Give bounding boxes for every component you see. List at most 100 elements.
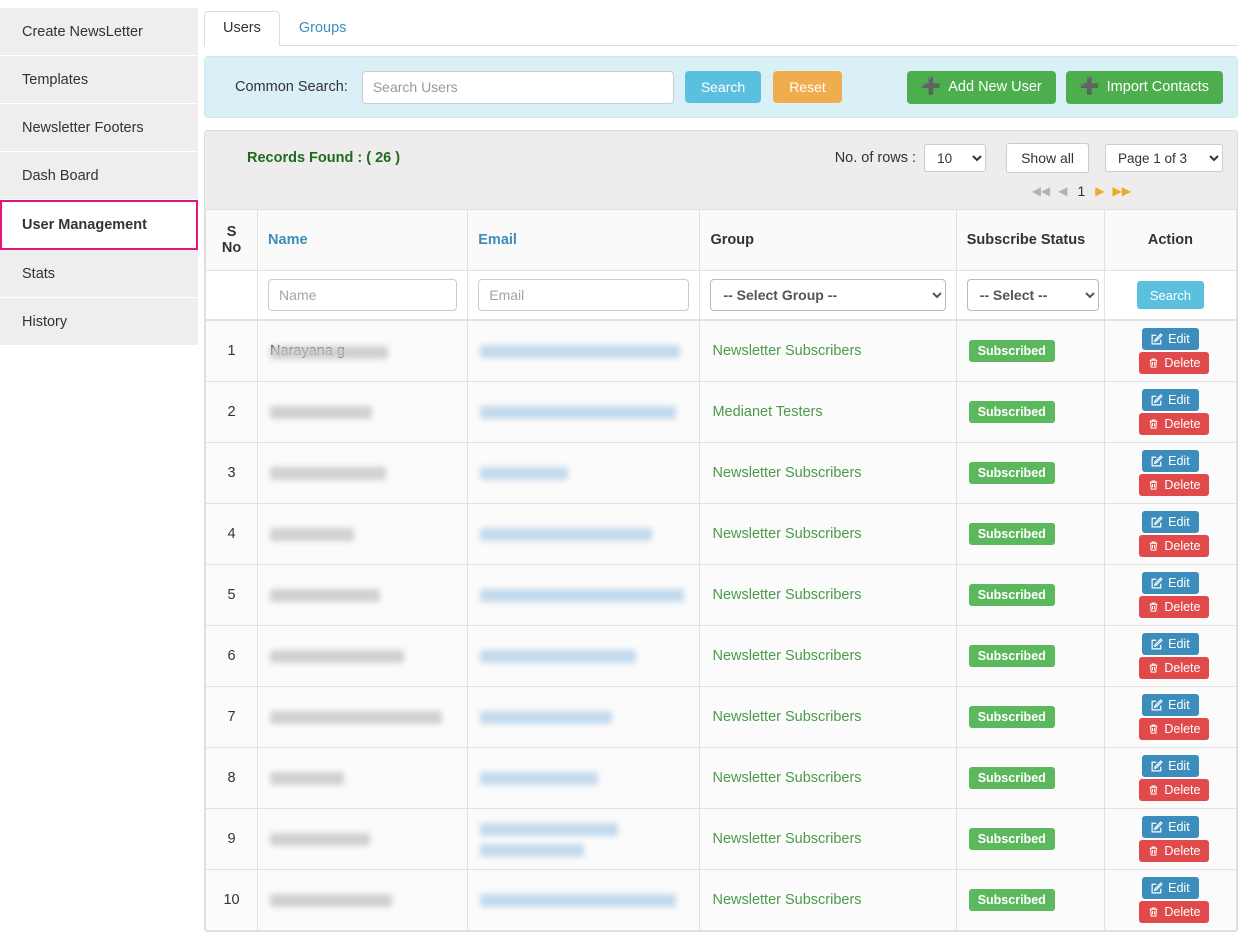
table-row: 4 Newsletter Subscribers Subscribed Edit Del… <box>204 503 1238 565</box>
delete-button[interactable]: Delete <box>1139 718 1210 740</box>
delete-button[interactable]: Delete <box>1139 352 1210 374</box>
delete-label: Delete <box>1164 844 1201 858</box>
redaction-overlay <box>270 710 443 724</box>
cell-subscribe-status: Subscribed <box>955 869 1105 931</box>
edit-label: Edit <box>1168 393 1190 407</box>
first-page-icon[interactable]: ◀◀ <box>1032 185 1050 197</box>
search-button[interactable]: Search <box>684 71 762 103</box>
edit-button[interactable]: Edit <box>1142 328 1199 350</box>
delete-button[interactable]: Delete <box>1139 901 1210 923</box>
rows-per-page-select[interactable]: 10 <box>924 144 987 172</box>
users-table: S No Name Email Group Subscribe Status A… <box>204 209 1238 320</box>
trash-icon <box>1148 479 1159 491</box>
cell-name <box>257 686 469 748</box>
edit-button[interactable]: Edit <box>1142 572 1199 594</box>
edit-button[interactable]: Edit <box>1142 633 1199 655</box>
delete-button[interactable]: Delete <box>1139 779 1210 801</box>
import-contacts-label: Import Contacts <box>1106 79 1209 95</box>
delete-label: Delete <box>1164 417 1201 431</box>
sidebar-item-user-management[interactable]: User Management <box>0 200 198 250</box>
filter-email-input[interactable] <box>478 279 690 311</box>
filter-cell-email <box>467 270 701 320</box>
sidebar: Create NewsLetter Templates Newsletter F… <box>0 0 198 942</box>
pencil-square-icon <box>1151 760 1163 772</box>
edit-button[interactable]: Edit <box>1142 816 1199 838</box>
table-search-button[interactable]: Search <box>1136 281 1205 309</box>
filter-status-select[interactable]: -- Select -- <box>966 279 1099 311</box>
cell-email[interactable] <box>467 442 701 504</box>
cell-email[interactable] <box>467 503 701 565</box>
import-contacts-button[interactable]: ➕ Import Contacts <box>1065 70 1223 104</box>
current-page-number[interactable]: 1 <box>1078 183 1086 199</box>
pencil-square-icon <box>1151 516 1163 528</box>
cell-email[interactable] <box>467 381 701 443</box>
trash-icon <box>1148 418 1159 430</box>
delete-button[interactable]: Delete <box>1139 840 1210 862</box>
sidebar-item-newsletter-footers[interactable]: Newsletter Footers <box>0 104 198 152</box>
delete-button[interactable]: Delete <box>1139 474 1210 496</box>
edit-label: Edit <box>1168 576 1190 590</box>
status-badge: Subscribed <box>968 828 1055 850</box>
sort-email-link[interactable]: Email <box>478 232 517 248</box>
tab-users[interactable]: Users <box>204 11 280 46</box>
sidebar-item-stats[interactable]: Stats <box>0 250 198 298</box>
cell-action: Edit Delete <box>1103 320 1238 382</box>
sidebar-item-create-newsletter[interactable]: Create NewsLetter <box>0 8 198 56</box>
records-found-label: Records Found : ( 26 ) <box>247 150 401 166</box>
cell-email[interactable] <box>467 686 701 748</box>
sidebar-item-templates[interactable]: Templates <box>0 56 198 104</box>
redaction-overlay <box>480 466 569 480</box>
table-body: -- Select Group -- -- Select -- Search <box>204 270 1238 320</box>
delete-button[interactable]: Delete <box>1139 535 1210 557</box>
last-page-icon[interactable]: ▶▶ <box>1113 185 1131 197</box>
pencil-square-icon <box>1151 333 1163 345</box>
reset-button[interactable]: Reset <box>773 71 842 103</box>
show-all-button[interactable]: Show all <box>1006 143 1089 173</box>
sidebar-item-history[interactable]: History <box>0 298 198 346</box>
trash-icon <box>1148 540 1159 552</box>
users-panel: Records Found : ( 26 ) No. of rows : 10 … <box>204 130 1238 932</box>
cell-name <box>257 503 469 565</box>
redaction-overlay <box>480 771 599 785</box>
next-page-icon[interactable]: ▶ <box>1095 185 1104 197</box>
redaction-overlay <box>270 527 355 541</box>
redaction-overlay <box>480 588 685 602</box>
column-header-name[interactable]: Name <box>257 209 469 271</box>
edit-button[interactable]: Edit <box>1142 511 1199 533</box>
edit-button[interactable]: Edit <box>1142 694 1199 716</box>
edit-button[interactable]: Edit <box>1142 450 1199 472</box>
edit-button[interactable]: Edit <box>1142 389 1199 411</box>
cell-name <box>257 869 469 931</box>
cell-email[interactable] <box>467 869 701 931</box>
tab-groups[interactable]: Groups <box>280 11 366 46</box>
cell-sno: 2 <box>204 381 259 443</box>
filter-cell-name <box>257 270 469 320</box>
cell-email[interactable] <box>467 625 701 687</box>
search-input[interactable] <box>361 70 674 104</box>
page-select[interactable]: Page 1 of 3 <box>1105 144 1223 172</box>
sidebar-item-dash-board[interactable]: Dash Board <box>0 152 198 200</box>
delete-button[interactable]: Delete <box>1139 657 1210 679</box>
cell-email[interactable] <box>467 564 701 626</box>
add-new-user-button[interactable]: ➕ Add New User <box>907 70 1056 104</box>
action-buttons: Edit Delete <box>1131 450 1210 496</box>
column-header-email[interactable]: Email <box>467 209 701 271</box>
cell-email[interactable] <box>467 747 701 809</box>
filter-name-input[interactable] <box>268 279 458 311</box>
prev-page-icon[interactable]: ◀ <box>1058 185 1067 197</box>
edit-button[interactable]: Edit <box>1142 755 1199 777</box>
redaction-overlay <box>270 832 371 846</box>
delete-button[interactable]: Delete <box>1139 596 1210 618</box>
cell-email[interactable] <box>467 808 701 870</box>
cell-sno: 1 <box>204 320 259 382</box>
redaction-overlay <box>480 822 619 836</box>
redaction-overlay <box>480 649 637 663</box>
filter-group-select[interactable]: -- Select Group -- <box>710 279 946 311</box>
sort-name-link[interactable]: Name <box>268 232 308 248</box>
delete-button[interactable]: Delete <box>1139 413 1210 435</box>
cell-email[interactable] <box>467 320 701 382</box>
status-badge: Subscribed <box>968 889 1055 911</box>
cell-group: Newsletter Subscribers <box>699 503 957 565</box>
edit-label: Edit <box>1168 820 1190 834</box>
edit-button[interactable]: Edit <box>1142 877 1199 899</box>
